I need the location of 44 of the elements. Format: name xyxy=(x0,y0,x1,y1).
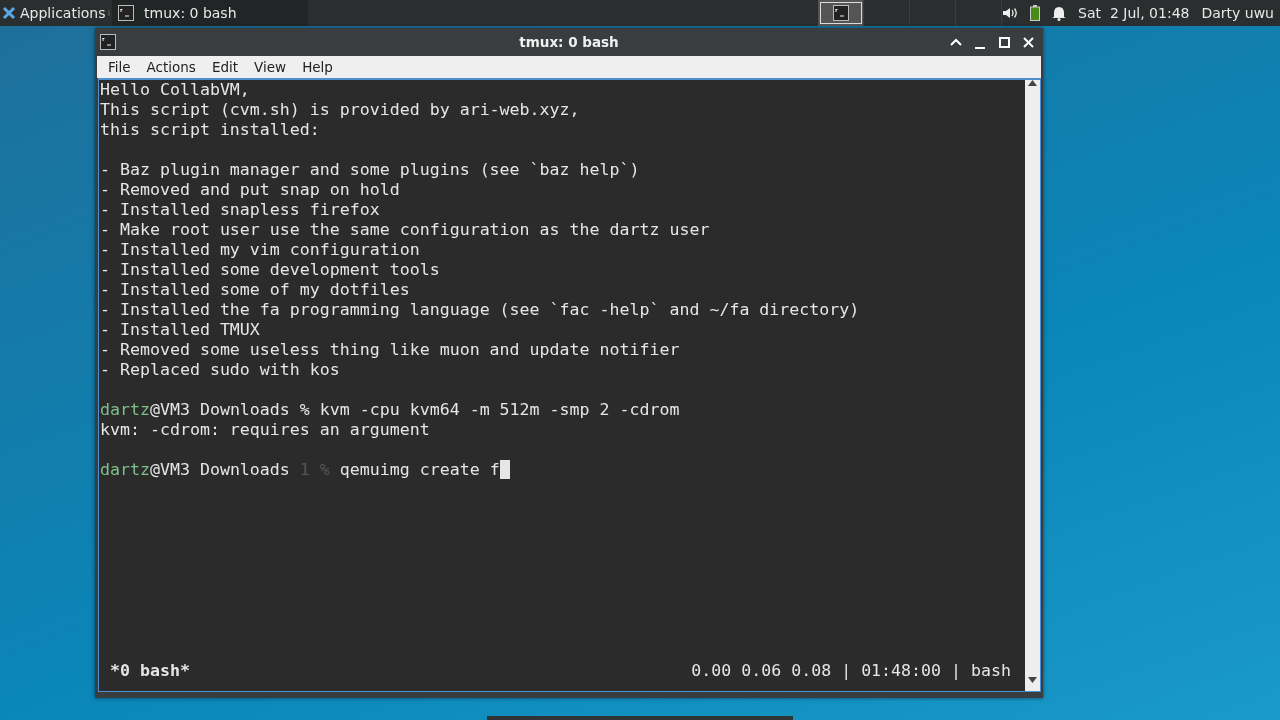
terminal-line: - Installed my vim configuration xyxy=(100,240,421,260)
terminal-line: Hello CollabVM, xyxy=(100,80,251,100)
close-icon xyxy=(1022,36,1034,48)
terminal-line: - Baz plugin manager and some plugins (see `baz help`) xyxy=(100,160,641,180)
tmux-status-info: 0.00 0.06 0.08 | 01:48:00 | bash xyxy=(691,661,1011,681)
workspace-button[interactable] xyxy=(818,0,865,26)
terminal-line: This script (cvm.sh) is provided by ari-web.xyz, xyxy=(100,100,581,120)
user-name[interactable]: Darty uwu xyxy=(1201,5,1274,21)
terminal-line: - Make root user use the same configuration as the dartz user xyxy=(100,220,711,240)
terminal-line: kvm: -cdrom: requires an argument xyxy=(100,420,431,440)
text-cursor xyxy=(499,460,510,479)
terminal-line: - Installed TMUX xyxy=(100,320,261,340)
terminal-icon xyxy=(100,34,116,50)
menu-item[interactable]: Edit xyxy=(203,57,247,77)
terminal-line: - Replaced sudo with kos xyxy=(100,360,341,380)
menu-item[interactable]: Help xyxy=(294,57,341,77)
terminal-line: - Installed some development tools xyxy=(100,260,441,280)
menu-item[interactable]: View xyxy=(246,57,295,77)
terminal-icon xyxy=(118,5,135,21)
terminal-line: dartz@VM3 Downloads % kvm -cpu kvm64 -m 512m -smp 2 -cdrom xyxy=(100,400,681,420)
bell-icon[interactable] xyxy=(1052,5,1067,21)
battery-icon[interactable] xyxy=(1030,5,1041,21)
caret-up-icon xyxy=(950,38,962,46)
tmux-window-label: *0 bash* xyxy=(110,661,190,681)
terminal-line: - Removed some useless thing like muon and update notifier xyxy=(100,340,681,360)
scroll-down-icon[interactable] xyxy=(1028,677,1037,683)
maximize-icon xyxy=(998,36,1010,48)
terminal-line: - Installed some of my dotfiles xyxy=(100,280,411,300)
menu-item[interactable]: File xyxy=(100,57,139,77)
clock-text[interactable]: Sat 2 Jul, 01:48 xyxy=(1078,5,1190,21)
scroll-up-icon[interactable] xyxy=(1028,80,1037,86)
scrollbar[interactable] xyxy=(1025,80,1040,691)
terminal-line: - Installed snapless firefox xyxy=(100,200,381,220)
window-title: tmux: 0 bash xyxy=(519,34,619,50)
terminal-line: - Removed and put snap on hold xyxy=(100,180,401,200)
minimize-icon xyxy=(975,47,985,49)
terminal-line: this script installed: xyxy=(100,120,321,140)
terminal-line: - Installed the fa programming language (see `fac -help` and ~/fa directory) xyxy=(100,300,861,320)
taskbar-button[interactable]: tmux: 0 bash xyxy=(112,0,309,26)
x-logo-icon xyxy=(2,6,16,20)
speaker-icon[interactable] xyxy=(1002,6,1019,20)
applications-menu-button[interactable]: Applications xyxy=(0,0,108,26)
menu-item[interactable]: Actions xyxy=(138,57,204,77)
terminal-icon xyxy=(832,5,849,21)
